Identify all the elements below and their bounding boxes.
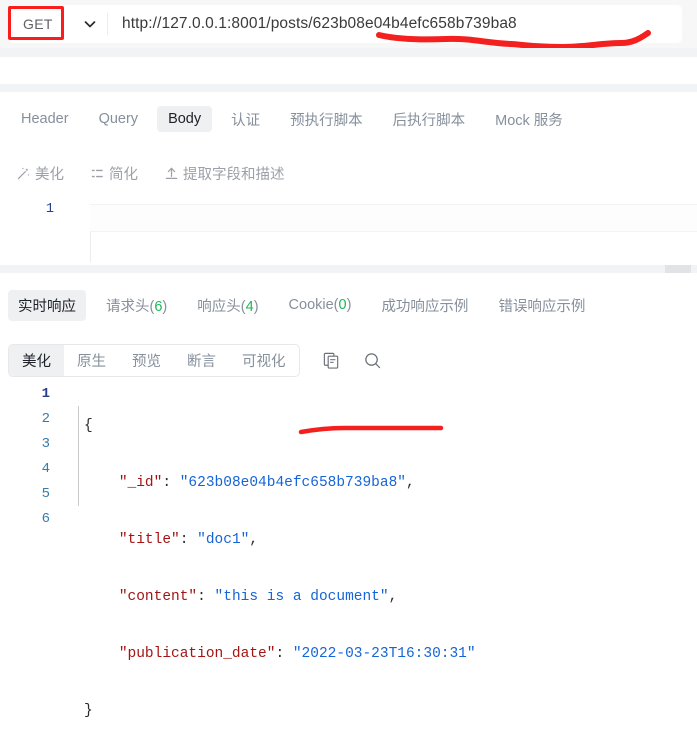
response-headers-count: 4 <box>245 298 254 315</box>
view-mode-assert[interactable]: 断言 <box>174 345 229 376</box>
json-line: } <box>78 699 697 724</box>
url-input[interactable]: http://127.0.0.1:8001/posts/623b08e04b4e… <box>108 6 681 42</box>
upload-arrow-icon <box>164 166 179 181</box>
copy-icon <box>322 351 341 370</box>
response-tab-cookie-label: Cookie <box>288 297 334 313</box>
http-method-label: GET <box>23 16 53 32</box>
request-tab-pre-script[interactable]: 预执行脚本 <box>279 104 374 135</box>
editor-active-line <box>90 204 697 232</box>
response-tab-response-headers[interactable]: 响应头(4) <box>187 290 268 321</box>
request-tab-bar: Header Query Body 认证 预执行脚本 后执行脚本 Mock 服务 <box>0 100 697 138</box>
json-line: "title": "doc1", <box>118 532 259 548</box>
search-response-button[interactable] <box>363 351 382 370</box>
response-tab-cookie[interactable]: Cookie(0) <box>279 292 362 318</box>
view-mode-visualize[interactable]: 可视化 <box>229 345 299 376</box>
response-body-code[interactable]: { "_id": "623b08e04b4efc658b739ba8", "ti… <box>78 382 697 719</box>
request-tab-header[interactable]: Header <box>10 106 80 132</box>
beautify-button[interactable]: 美化 <box>16 163 64 184</box>
response-tab-realtime[interactable]: 实时响应 <box>8 289 86 321</box>
request-body-text-area[interactable] <box>90 198 697 264</box>
response-view-mode-group: 美化 原生 预览 断言 可视化 <box>8 343 300 377</box>
json-comma: , <box>405 475 415 491</box>
json-brace-open: { <box>84 418 93 434</box>
panel-splitter[interactable] <box>0 265 697 273</box>
json-key: "_id" <box>118 475 163 491</box>
toolbar-divider-top <box>0 48 697 57</box>
beautify-label: 美化 <box>35 166 64 183</box>
json-line: "content": "this is a document", <box>118 589 398 605</box>
view-mode-preview[interactable]: 预览 <box>119 345 174 376</box>
section-divider <box>0 84 697 92</box>
response-tab-realtime-label: 实时响应 <box>18 298 76 315</box>
response-line-number: 1 <box>41 386 50 402</box>
json-value: "623b08e04b4efc658b739ba8" <box>179 475 406 491</box>
json-value: "2022-03-23T16:30:31" <box>292 646 476 662</box>
json-comma: , <box>249 532 259 548</box>
chevron-down-icon[interactable] <box>83 17 97 31</box>
copy-response-button[interactable] <box>322 351 341 370</box>
request-body-line-number: 1 <box>45 202 54 217</box>
http-method-selector[interactable]: GET <box>9 6 107 42</box>
view-mode-raw[interactable]: 原生 <box>64 345 119 376</box>
compress-lines-icon <box>90 166 105 181</box>
view-mode-beautify[interactable]: 美化 <box>9 344 64 376</box>
response-view-toolbar: 美化 原生 预览 断言 可视化 <box>0 341 697 379</box>
extract-fields-button[interactable]: 提取字段和描述 <box>164 163 285 184</box>
response-line-number: 2 <box>41 411 50 427</box>
json-line: "publication_date": "2022-03-23T16:30:31… <box>118 646 476 662</box>
response-line-number: 4 <box>41 461 50 477</box>
simplify-label: 简化 <box>109 166 138 183</box>
response-body-gutter: 1 2 3 4 5 6 <box>0 382 62 536</box>
json-value: "doc1" <box>197 532 250 548</box>
simplify-button[interactable]: 简化 <box>90 163 138 184</box>
json-line: "_id": "623b08e04b4efc658b739ba8", <box>118 475 415 491</box>
json-key: "publication_date" <box>118 646 276 662</box>
json-line: { <box>78 414 697 439</box>
response-line-number: 3 <box>41 436 50 452</box>
request-tab-auth[interactable]: 认证 <box>220 104 271 135</box>
search-icon <box>363 351 382 370</box>
request-tab-mock-service[interactable]: Mock 服务 <box>484 104 574 135</box>
extract-fields-label: 提取字段和描述 <box>183 166 285 183</box>
response-tab-success-example[interactable]: 成功响应示例 <box>371 290 478 321</box>
panel-splitter-handle[interactable] <box>665 265 691 273</box>
request-tab-query[interactable]: Query <box>88 106 150 132</box>
json-key: "content" <box>118 589 198 605</box>
api-client-window: GET http://127.0.0.1:8001/posts/623b08e0… <box>0 0 697 719</box>
json-comma: , <box>388 589 398 605</box>
json-value: "this is a document" <box>214 589 389 605</box>
request-body-editor[interactable]: 1 <box>0 198 697 264</box>
response-tab-request-headers[interactable]: 请求头(6) <box>96 290 177 321</box>
response-line-number: 5 <box>41 486 50 502</box>
json-brace-close: } <box>84 703 93 719</box>
url-input-group: GET http://127.0.0.1:8001/posts/623b08e0… <box>8 5 682 43</box>
json-key: "title" <box>118 532 180 548</box>
response-body-viewer[interactable]: 1 2 3 4 5 6 { "_id": "623b08e04b4efc658b… <box>0 382 697 719</box>
response-tab-response-headers-label: 响应头 <box>197 298 241 315</box>
request-tab-body[interactable]: Body <box>157 106 213 132</box>
request-url-bar: GET http://127.0.0.1:8001/posts/623b08e0… <box>0 0 697 48</box>
response-tab-error-example[interactable]: 错误响应示例 <box>488 290 595 321</box>
magic-wand-icon <box>16 166 31 181</box>
cookie-count: 0 <box>338 297 347 313</box>
body-tool-row: 美化 简化 提取字段和描述 <box>0 158 697 188</box>
response-tab-bar: 实时响应 请求头(6) 响应头(4) Cookie(0) 成功响应示例 错误响应… <box>0 288 697 322</box>
response-tab-request-headers-label: 请求头 <box>106 298 150 315</box>
request-body-gutter: 1 <box>0 198 68 264</box>
request-tab-post-script[interactable]: 后执行脚本 <box>382 104 477 135</box>
response-line-number: 6 <box>41 511 50 527</box>
